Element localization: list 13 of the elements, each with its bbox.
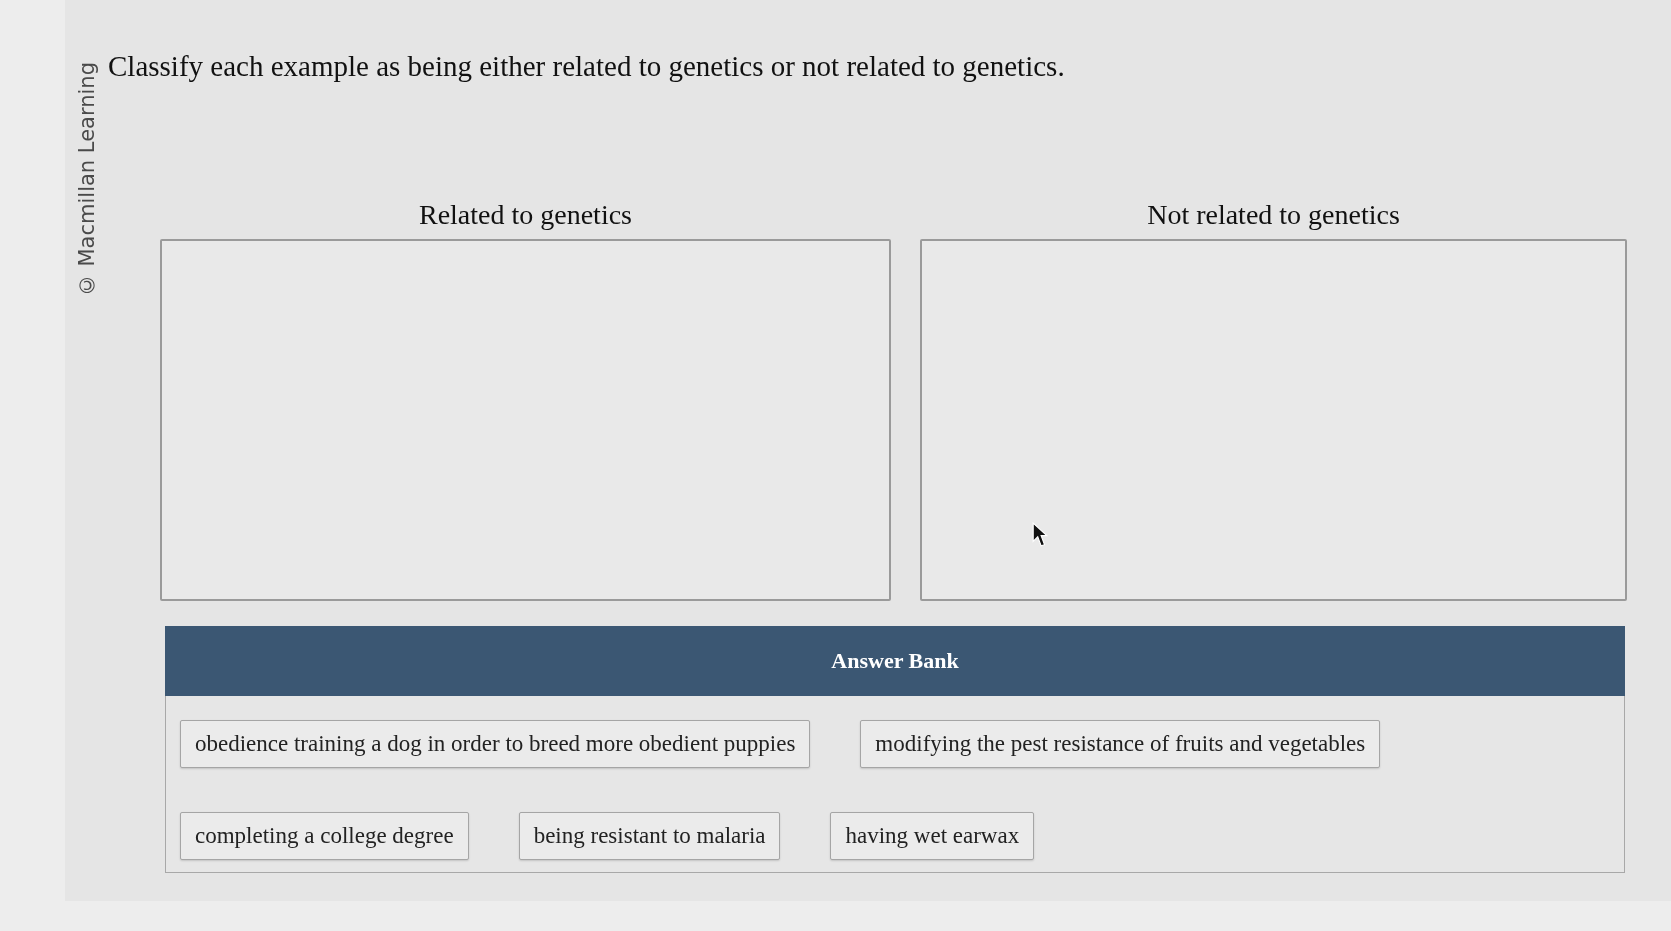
answer-tile[interactable]: obedience training a dog in order to breed more obedient puppies (180, 720, 811, 768)
copyright-notice: © Macmillan Learning (74, 62, 99, 298)
answer-tile[interactable]: completing a college degree (180, 812, 469, 860)
drop-zone[interactable] (920, 239, 1627, 601)
drop-zone[interactable] (160, 239, 891, 601)
answer-tile[interactable]: modifying the pest resistance of fruits and vegetables (860, 720, 1381, 768)
category-heading: Related to genetics (418, 199, 632, 231)
answer-tile[interactable]: having wet earwax (830, 812, 1035, 860)
mouse-pointer-icon (1032, 522, 1048, 547)
question-text: Classify each example as being either related to genetics or not related to genetics. (108, 50, 1065, 83)
answer-bank-title: Answer Bank (831, 648, 959, 674)
answer-tile[interactable]: being resistant to malaria (518, 812, 781, 860)
category-heading: Not related to genetics (1147, 199, 1400, 231)
